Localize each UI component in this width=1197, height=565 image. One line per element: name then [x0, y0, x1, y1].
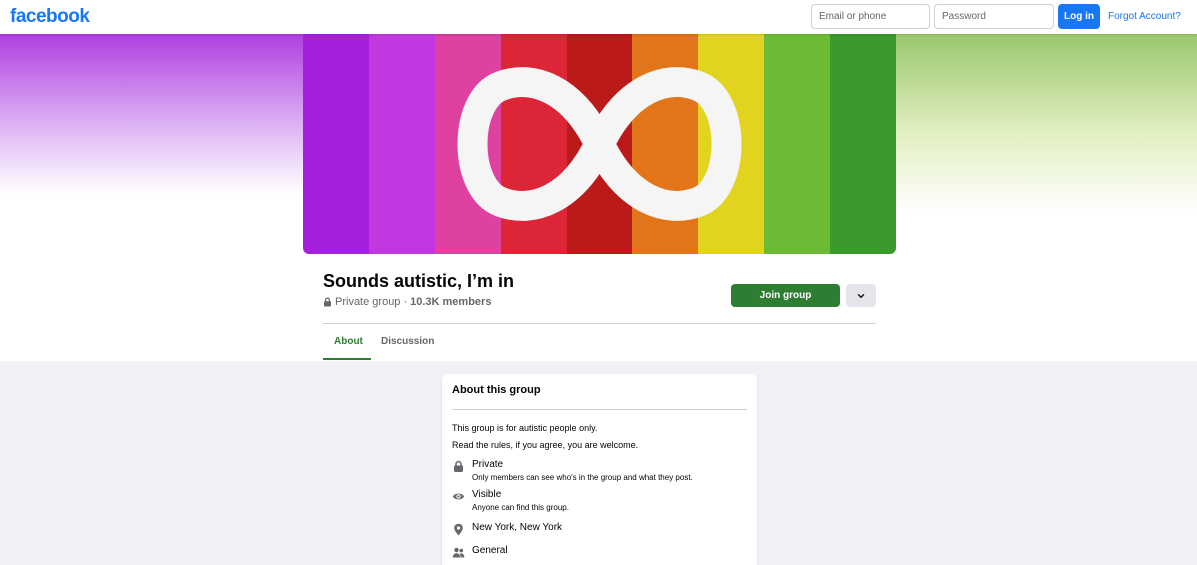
meta-separator: · [403, 296, 408, 308]
people-icon [452, 547, 465, 558]
active-tab-indicator [323, 358, 371, 360]
about-title: About this group [452, 384, 541, 396]
email-input[interactable] [811, 4, 930, 29]
privacy-label: Private group [335, 296, 401, 308]
group-header: Sounds autistic, I’m in Private group · … [0, 34, 1197, 361]
chevron-down-icon [857, 293, 865, 298]
header-divider [323, 323, 876, 324]
forgot-account-link[interactable]: Forgot Account? [1108, 11, 1181, 22]
group-meta: Private group · 10.3K members [323, 296, 491, 308]
location-pin-icon [454, 523, 463, 536]
password-input[interactable] [934, 4, 1054, 29]
member-count[interactable]: 10.3K members [410, 296, 491, 308]
about-item-title: New York, New York [472, 522, 563, 533]
tab-discussion[interactable]: Discussion [381, 336, 434, 347]
join-group-button[interactable]: Join group [731, 284, 840, 307]
group-title: Sounds autistic, I’m in [323, 271, 515, 291]
cover-blur-left [0, 34, 303, 194]
about-item-subtitle: Anyone can find this group. [472, 503, 569, 512]
login-button[interactable]: Log in [1058, 4, 1100, 29]
cover-blur-right [896, 34, 1197, 214]
about-item-title: Private [472, 459, 504, 470]
about-item-title: General [472, 545, 508, 556]
about-description-line: This group is for autistic people only. [452, 423, 598, 433]
eye-icon [452, 493, 465, 500]
more-options-button[interactable] [846, 284, 876, 307]
about-description-line: Read the rules, if you agree, you are we… [452, 440, 639, 450]
about-divider [452, 409, 747, 410]
facebook-logo[interactable]: facebook [10, 6, 90, 28]
about-card: About this group This group is for autis… [442, 374, 757, 565]
cover-photo[interactable] [303, 34, 896, 254]
infinity-icon [457, 67, 742, 221]
about-item-subtitle: Only members can see who's in the group … [472, 473, 693, 482]
top-bar: facebook Log in Forgot Account? [0, 0, 1197, 34]
about-item-title: Visible [472, 489, 502, 500]
lock-icon [324, 297, 331, 307]
lock-icon [454, 460, 463, 472]
tab-about[interactable]: About [334, 336, 363, 347]
